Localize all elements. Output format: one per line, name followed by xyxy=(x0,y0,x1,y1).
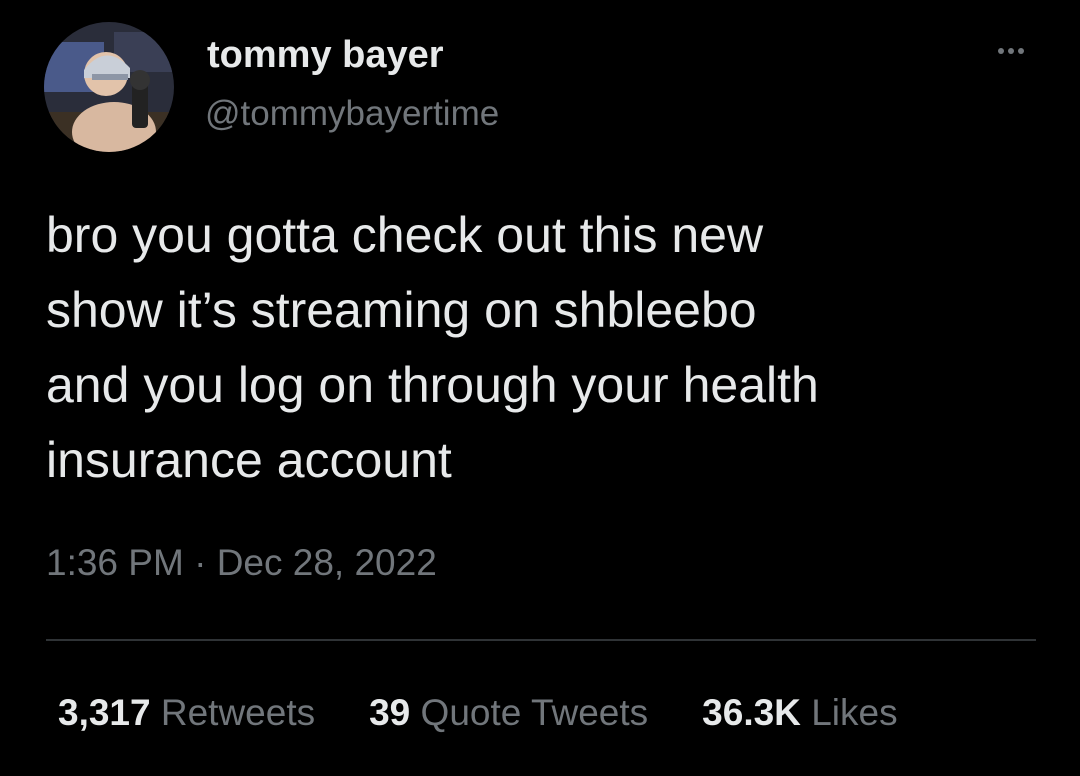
avatar[interactable] xyxy=(44,22,174,152)
more-horizontal-icon-dot xyxy=(1008,48,1014,54)
author-handle[interactable]: @tommybayertime xyxy=(205,94,499,134)
quote-tweets-count: 39 xyxy=(369,692,411,733)
tweet: tommy bayer @tommybayertime bro you gott… xyxy=(0,0,1080,776)
avatar-image xyxy=(44,22,174,152)
retweets-label: Retweets xyxy=(160,692,316,733)
author-name[interactable]: tommy bayer xyxy=(207,34,444,77)
likes-stat[interactable]: 36.3K Likes xyxy=(702,692,897,734)
meta-separator: · xyxy=(194,542,207,583)
tweet-time[interactable]: 1:36 PM xyxy=(46,542,184,583)
tweet-stats: 3,317 Retweets 39 Quote Tweets 36.3K Lik… xyxy=(58,692,898,734)
quote-tweets-stat[interactable]: 39 Quote Tweets xyxy=(369,692,648,734)
tweet-date[interactable]: Dec 28, 2022 xyxy=(217,542,437,583)
tweet-text-line: bro you gotta check out this new xyxy=(46,207,764,263)
divider xyxy=(46,639,1036,641)
tweet-timestamp: 1:36 PM · Dec 28, 2022 xyxy=(46,542,437,584)
tweet-text-line: show it’s streaming on shbleebo xyxy=(46,282,757,338)
tweet-text-line: insurance account xyxy=(46,432,452,488)
likes-count: 36.3K xyxy=(702,692,801,733)
more-horizontal-icon-dot xyxy=(1018,48,1024,54)
more-options-button[interactable] xyxy=(986,36,1036,66)
quote-tweets-label: Quote Tweets xyxy=(420,692,649,733)
more-horizontal-icon xyxy=(998,48,1004,54)
tweet-text: bro you gotta check out this new show it… xyxy=(46,198,1046,498)
retweets-stat[interactable]: 3,317 Retweets xyxy=(58,692,315,734)
retweets-count: 3,317 xyxy=(58,692,151,733)
tweet-text-line: and you log on through your health xyxy=(46,357,819,413)
likes-label: Likes xyxy=(811,692,898,733)
